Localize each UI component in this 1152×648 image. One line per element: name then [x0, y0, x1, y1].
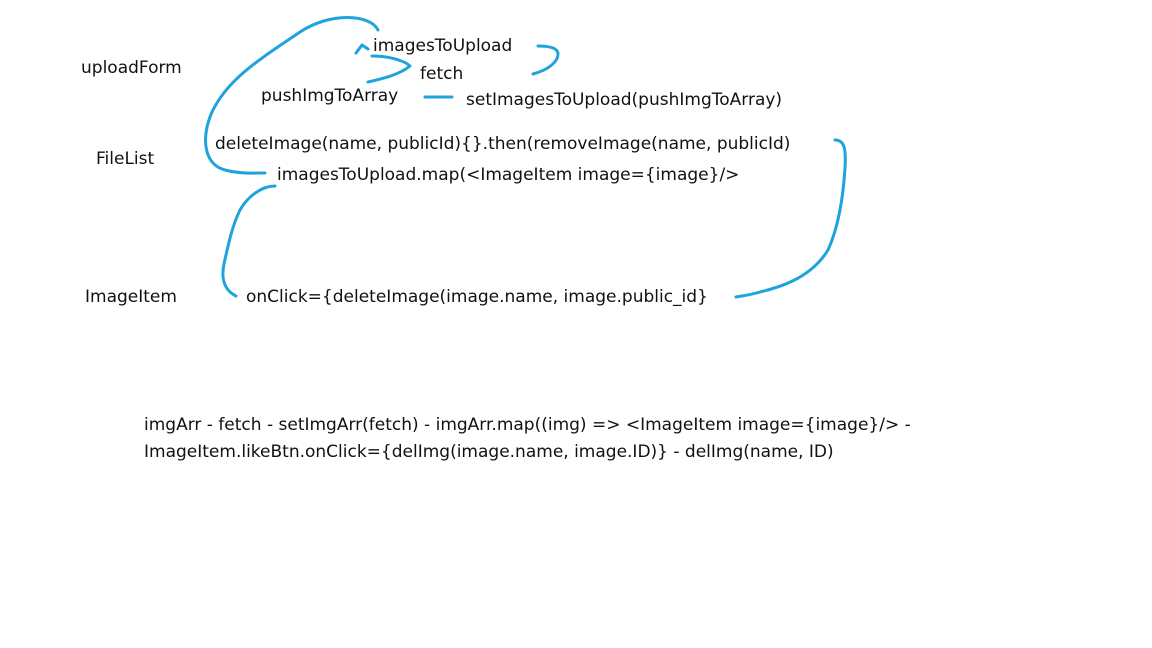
- node-delete-image: deleteImage(name, publicId){}.then(remov…: [215, 134, 791, 154]
- diagram-canvas: uploadForm FileList ImageItem imagesToUp…: [0, 0, 1152, 648]
- node-images-map: imagesToUpload.map(<ImageItem image={ima…: [277, 165, 740, 185]
- flow-curve-map-to-onclick: [221, 184, 277, 298]
- node-images-to-upload: imagesToUpload: [373, 36, 513, 56]
- label-image-item: ImageItem: [85, 287, 177, 307]
- flow-curve-delete-to-onclick: [734, 138, 847, 299]
- label-upload-form: uploadForm: [81, 58, 182, 78]
- label-file-list: FileList: [96, 149, 155, 169]
- arrow-images-to-push: [366, 54, 412, 84]
- bracket-right-fetch: [531, 44, 560, 76]
- node-on-click: onClick={deleteImage(image.name, image.p…: [246, 287, 708, 307]
- note-line-1: imgArr - fetch - setImgArr(fetch) - imgA…: [144, 415, 911, 435]
- note-line-2: ImageItem.likeBtn.onClick={delImg(image.…: [144, 442, 834, 462]
- hook-top-left: [354, 43, 370, 55]
- node-push-img-to-array: pushImgToArray: [261, 86, 399, 106]
- node-fetch: fetch: [420, 64, 464, 84]
- node-set-images-to-upload: setImagesToUpload(pushImgToArray): [466, 90, 783, 110]
